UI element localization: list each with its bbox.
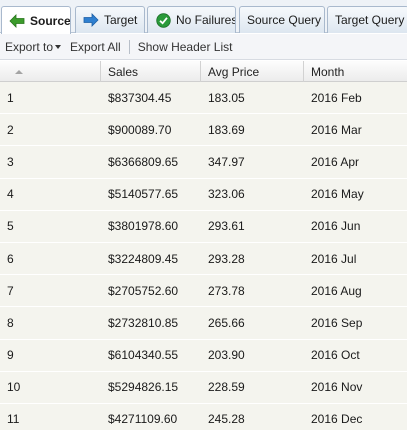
grid-header: Sales Avg Price Month (0, 61, 407, 82)
month-cell: 2016 Nov (311, 380, 363, 395)
tab-target-query-label: Target Query (335, 13, 405, 27)
column-header-sales[interactable]: Sales (101, 61, 201, 82)
green-left-arrow-icon (9, 13, 25, 29)
avg-price-cell: 228.59 (208, 380, 245, 395)
table-row[interactable]: 8 $2732810.85 265.66 2016 Sep (0, 307, 407, 340)
export-to-dropdown[interactable]: Export to (5, 39, 62, 54)
avg-price-cell: 265.66 (208, 315, 245, 330)
tab-target-label: Target (104, 13, 138, 27)
row-index-cell: 10 (7, 380, 21, 395)
month-cell: 2016 Mar (311, 122, 362, 137)
sales-cell: $5294826.15 (108, 380, 179, 395)
tab-source-query-label: Source Query (247, 13, 322, 27)
sort-ascending-icon (15, 69, 23, 74)
table-row[interactable]: 1 $837304.45 183.05 2016 Feb (0, 82, 407, 115)
green-check-circle-icon (155, 12, 171, 28)
tab-source-label: Source (30, 13, 71, 28)
column-header-index[interactable] (0, 61, 101, 82)
sales-cell: $3801978.60 (108, 219, 179, 234)
grid-body: 1 $837304.45 183.05 2016 Feb 2 $900089.70 183.… (0, 82, 407, 430)
sales-cell: $4271109.60 (108, 412, 178, 427)
sales-cell: $2732810.85 (108, 315, 179, 330)
tab-source[interactable]: Source (1, 6, 71, 34)
export-to-label: Export to (5, 39, 54, 54)
avg-price-cell: 183.05 (208, 90, 245, 105)
table-row[interactable]: 5 $3801978.60 293.61 2016 Jun (0, 210, 407, 243)
sales-cell: $6104340.55 (108, 348, 179, 363)
table-row[interactable]: 10 $5294826.15 228.59 2016 Nov (0, 371, 407, 404)
month-cell: 2016 Aug (311, 283, 362, 298)
results-grid: Sales Avg Price Month 1 $837304.45 183.05 2… (0, 61, 407, 430)
row-index-cell: 11 (7, 412, 20, 427)
row-index-cell: 1 (7, 90, 14, 105)
month-cell: 2016 Dec (311, 412, 363, 427)
avg-price-cell: 347.97 (208, 154, 245, 169)
tab-target-query[interactable]: Target Query (327, 6, 407, 33)
row-index-cell: 3 (7, 154, 14, 169)
table-row[interactable]: 7 $2705752.60 273.78 2016 Aug (0, 275, 407, 308)
sales-cell: $900089.70 (108, 122, 172, 137)
month-cell: 2016 Jun (311, 219, 361, 234)
avg-price-cell: 293.28 (208, 251, 245, 266)
column-header-avg-price[interactable]: Avg Price (201, 61, 304, 82)
row-index-cell: 2 (7, 122, 14, 137)
table-row[interactable]: 6 $3224809.45 293.28 2016 Jul (0, 242, 407, 276)
row-index-cell: 7 (7, 283, 14, 298)
table-row[interactable]: 3 $6366809.65 347.97 2016 Apr (0, 146, 407, 179)
show-header-list-button[interactable]: Show Header List (138, 40, 233, 54)
row-index-cell: 5 (7, 219, 14, 234)
tab-target[interactable]: Target (75, 6, 145, 33)
table-row[interactable]: 11 $4271109.60 245.28 2016 Dec (0, 403, 407, 430)
row-index-cell: 9 (7, 348, 14, 363)
sales-cell: $2705752.60 (108, 283, 179, 298)
avg-price-cell: 273.78 (208, 283, 245, 298)
sales-cell: $6366809.65 (108, 154, 179, 169)
tab-no-failures[interactable]: No Failures (147, 6, 236, 33)
column-header-month[interactable]: Month (304, 61, 407, 82)
grid-toolbar: Export to Export All Show Header List (0, 34, 407, 60)
avg-price-cell: 323.06 (208, 187, 245, 202)
avg-price-cell: 293.61 (208, 219, 245, 234)
row-index-cell: 4 (7, 187, 14, 202)
blue-right-arrow-icon (83, 12, 99, 28)
sales-cell: $5140577.65 (108, 187, 179, 202)
sales-cell: $837304.45 (108, 90, 172, 105)
tab-strip: Source Target No Failures Source Query T… (0, 0, 407, 34)
month-cell: 2016 Sep (311, 315, 363, 330)
row-index-cell: 8 (7, 315, 14, 330)
table-row[interactable]: 9 $6104340.55 203.90 2016 Oct (0, 339, 407, 372)
table-row[interactable]: 2 $900089.70 183.69 2016 Mar (0, 114, 407, 147)
avg-price-cell: 203.90 (208, 348, 245, 363)
month-cell: 2016 Apr (311, 154, 360, 169)
tab-source-query[interactable]: Source Query (239, 6, 325, 33)
chevron-down-icon (55, 44, 62, 49)
month-cell: 2016 Oct (311, 348, 360, 363)
row-index-cell: 6 (7, 251, 14, 266)
avg-price-cell: 245.28 (208, 412, 245, 427)
tab-no-failures-label: No Failures (176, 13, 236, 27)
month-cell: 2016 Jul (311, 251, 357, 266)
export-all-button[interactable]: Export All (70, 40, 121, 54)
month-cell: 2016 Feb (311, 90, 362, 105)
table-row[interactable]: 4 $5140577.65 323.06 2016 May (0, 178, 407, 211)
sales-cell: $3224809.45 (108, 251, 179, 266)
avg-price-cell: 183.69 (208, 122, 245, 137)
month-cell: 2016 May (311, 187, 364, 202)
toolbar-divider (128, 39, 130, 54)
